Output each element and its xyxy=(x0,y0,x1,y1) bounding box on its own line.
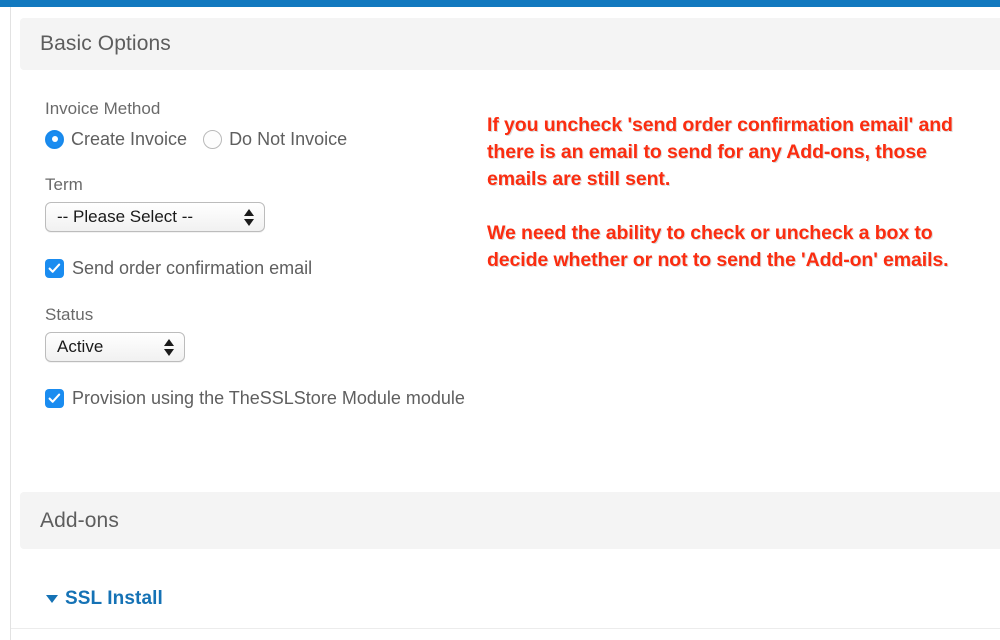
top-accent-bar xyxy=(0,0,1000,7)
page-left-border xyxy=(10,7,11,640)
section-title-addons: Add-ons xyxy=(40,508,119,532)
basic-options-form: Invoice Method Create Invoice Do Not Inv… xyxy=(45,98,465,434)
status-select-wrapper[interactable]: Active xyxy=(45,332,185,362)
invoice-method-label: Invoice Method xyxy=(45,99,161,118)
addon-item-ssl-install[interactable]: SSL Install xyxy=(46,588,163,610)
radio-label-create-invoice: Create Invoice xyxy=(71,128,188,149)
provision-module-row[interactable]: Provision using the TheSSLStore Module m… xyxy=(45,386,465,410)
status-select-value: Active xyxy=(57,337,104,356)
term-label: Term xyxy=(45,175,83,194)
section-header-addons: Add-ons xyxy=(20,492,1000,549)
checkbox-checked-icon[interactable] xyxy=(45,388,64,408)
chevron-down-icon xyxy=(163,348,174,356)
radio-option-create-invoice[interactable]: Create Invoice xyxy=(45,129,187,150)
send-order-confirmation-row[interactable]: Send order confirmation email xyxy=(45,256,465,280)
stepper-arrows-icon[interactable] xyxy=(163,336,174,358)
section-header-basic-options: Basic Options xyxy=(20,18,1000,70)
provision-module-label: Provision using the TheSSLStore Module m… xyxy=(72,387,465,408)
radio-option-do-not-invoice[interactable]: Do Not Invoice xyxy=(203,129,347,150)
section-title-basic-options: Basic Options xyxy=(40,32,171,55)
status-label: Status xyxy=(45,305,94,324)
page-root: Basic Options Invoice Method Create Invo… xyxy=(0,0,1000,640)
send-order-confirmation-label: Send order confirmation email xyxy=(72,257,313,278)
annotation-paragraph-2: We need the ability to check or uncheck … xyxy=(487,222,949,271)
term-select[interactable]: -- Please Select -- xyxy=(45,202,265,232)
bottom-divider xyxy=(11,628,1000,629)
term-select-wrapper[interactable]: -- Please Select -- xyxy=(45,202,265,232)
annotation-paragraph-1: If you uncheck 'send order confirmation … xyxy=(487,114,953,190)
checkbox-checked-icon[interactable] xyxy=(45,258,64,278)
chevron-up-icon xyxy=(163,338,174,346)
stepper-arrows-icon[interactable] xyxy=(243,206,254,228)
chevron-up-icon xyxy=(243,208,254,216)
annotation-overlay: If you uncheck 'send order confirmation … xyxy=(487,112,967,274)
term-select-value: -- Please Select -- xyxy=(57,207,194,226)
triangle-down-icon[interactable] xyxy=(46,595,58,603)
invoice-method-radio-group: Create Invoice Do Not Invoice xyxy=(45,126,465,152)
addon-item-label: SSL Install xyxy=(65,588,163,609)
radio-label-do-not-invoice: Do Not Invoice xyxy=(229,128,348,149)
chevron-down-icon xyxy=(243,218,254,226)
radio-unselected-icon[interactable] xyxy=(203,129,223,149)
radio-selected-icon[interactable] xyxy=(45,129,64,149)
